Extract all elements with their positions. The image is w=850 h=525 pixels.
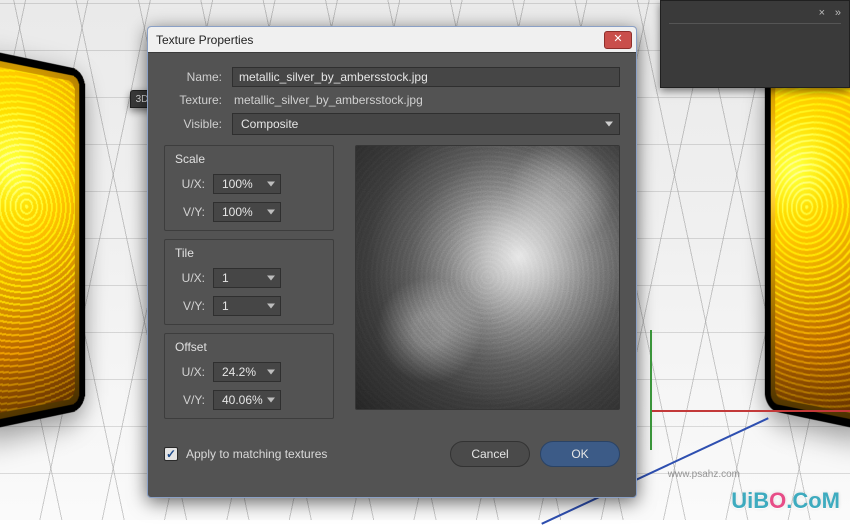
texture-preview (355, 145, 620, 410)
dialog-titlebar[interactable]: Texture Properties ✕ (148, 27, 636, 53)
offset-ux-value: 24.2% (222, 365, 256, 379)
panel-right-docked: » × (660, 0, 850, 88)
scale-title: Scale (175, 152, 323, 166)
panel-divider (669, 23, 841, 24)
texture-value: metallic_silver_by_ambersstock.jpg (232, 93, 423, 107)
visible-label: Visible: (164, 117, 222, 131)
visible-select-value: Composite (241, 117, 298, 131)
scale-group: Scale U/X: 100% V/Y: 100% (164, 145, 334, 231)
watermark-part-a: UiB (731, 488, 769, 513)
offset-vy-label: V/Y: (175, 393, 205, 407)
axis-x (650, 410, 850, 412)
offset-vy-input[interactable]: 40.06% (213, 390, 281, 410)
chevron-down-icon (267, 370, 275, 375)
watermark-part-o: O (769, 488, 786, 513)
panel-close-icon[interactable]: × (819, 7, 825, 19)
watermark-url: www.psahz.com (668, 469, 740, 480)
chevron-down-icon (267, 304, 275, 309)
visible-select[interactable]: Composite (232, 113, 620, 135)
scale-vy-input[interactable]: 100% (213, 202, 281, 222)
offset-vy-value: 40.06% (222, 393, 263, 407)
offset-group: Offset U/X: 24.2% V/Y: 40.06% (164, 333, 334, 419)
chevron-down-icon (267, 210, 275, 215)
name-input[interactable] (232, 67, 620, 87)
axis-z (650, 330, 652, 450)
offset-ux-label: U/X: (175, 365, 205, 379)
chevron-down-icon (267, 276, 275, 281)
name-label: Name: (164, 70, 222, 84)
texture-label: Texture: (164, 93, 222, 107)
scale-ux-label: U/X: (175, 177, 205, 191)
scale-ux-value: 100% (222, 177, 253, 191)
tile-ux-label: U/X: (175, 271, 205, 285)
scale-ux-input[interactable]: 100% (213, 174, 281, 194)
tile-ux-input[interactable]: 1 (213, 268, 281, 288)
panel-collapse-icon[interactable]: » (835, 7, 843, 19)
tile-ux-value: 1 (222, 271, 229, 285)
tile-title: Tile (175, 246, 323, 260)
apply-matching-checkbox[interactable]: ✓ (164, 447, 178, 461)
ok-button[interactable]: OK (540, 441, 620, 467)
close-button[interactable]: ✕ (604, 31, 632, 49)
close-icon: ✕ (613, 34, 622, 45)
ok-button-label: OK (571, 447, 588, 461)
offset-title: Offset (175, 340, 323, 354)
scale-vy-value: 100% (222, 205, 253, 219)
tile-vy-label: V/Y: (175, 299, 205, 313)
chevron-down-icon (605, 122, 613, 127)
apply-matching-label: Apply to matching textures (186, 447, 327, 461)
scale-vy-label: V/Y: (175, 205, 205, 219)
offset-ux-input[interactable]: 24.2% (213, 362, 281, 382)
tile-vy-value: 1 (222, 299, 229, 313)
chevron-down-icon (267, 182, 275, 187)
tile-vy-input[interactable]: 1 (213, 296, 281, 316)
gold-letter-left (0, 48, 85, 432)
chevron-down-icon (267, 398, 275, 403)
cancel-button[interactable]: Cancel (450, 441, 530, 467)
dialog-title: Texture Properties (156, 33, 253, 47)
texture-properties-dialog: Texture Properties ✕ Name: Texture: meta… (147, 26, 637, 498)
cancel-button-label: Cancel (471, 447, 508, 461)
watermark-logo: UiBO.CoM (731, 488, 840, 514)
tile-group: Tile U/X: 1 V/Y: 1 (164, 239, 334, 325)
watermark-part-b: .CoM (786, 488, 840, 513)
